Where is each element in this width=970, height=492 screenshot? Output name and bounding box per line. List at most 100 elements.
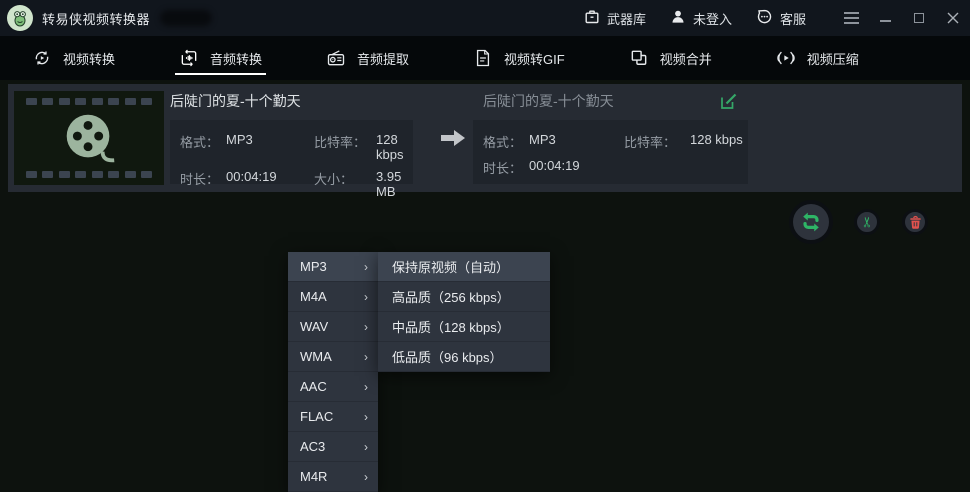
format-value: MP3 <box>226 132 314 162</box>
chevron-right-icon: › <box>364 470 368 484</box>
format-menu-item-mp3[interactable]: MP3 › <box>288 252 378 282</box>
format-label: WAV <box>300 319 328 334</box>
format-menu-item-wav[interactable]: WAV › <box>288 312 378 342</box>
format-label: 格式： <box>180 132 226 162</box>
arsenal-button[interactable]: 武器库 <box>572 0 658 36</box>
close-icon <box>947 12 959 24</box>
bitrate-value: 128 kbps <box>690 132 748 151</box>
hamburger-icon <box>844 12 859 24</box>
format-menu: MP3 › M4A › WAV › WMA › AAC › FLAC › AC3… <box>288 252 378 492</box>
format-label: 格式： <box>483 132 529 151</box>
tab-label: 音频提取 <box>357 49 409 68</box>
scissors-icon: ✂ <box>860 216 874 228</box>
trash-icon <box>909 215 922 229</box>
duration-value: 00:04:19 <box>529 158 624 177</box>
radio-icon <box>326 48 346 68</box>
delete-button[interactable] <box>902 209 928 235</box>
minimize-icon <box>880 20 891 22</box>
quality-label: 高品质（256 kbps） <box>392 287 510 306</box>
file-row: 后陡门的夏-十个勤天 后陡门的夏-十个勤天 格式： MP3 比特率： 128 k… <box>8 84 962 192</box>
output-filename: 后陡门的夏-十个勤天 <box>483 91 614 111</box>
chevron-right-icon: › <box>364 350 368 364</box>
convert-button[interactable] <box>789 200 833 244</box>
toolbox-icon <box>584 9 600 28</box>
format-label: WMA <box>300 349 332 364</box>
bitrate-label: 比特率： <box>624 132 690 151</box>
format-label: AC3 <box>300 439 325 454</box>
support-button[interactable]: 客服 <box>744 0 818 36</box>
user-icon <box>670 9 686 28</box>
rename-button[interactable] <box>719 92 739 112</box>
close-button[interactable] <box>936 0 970 36</box>
duration-label: 时长： <box>483 158 529 177</box>
minimize-button[interactable] <box>868 0 902 36</box>
quality-item-low[interactable]: 低品质（96 kbps） <box>378 342 550 372</box>
compress-icon <box>776 48 796 68</box>
menu-button[interactable] <box>834 0 868 36</box>
login-label: 未登入 <box>693 9 732 28</box>
format-label: M4R <box>300 469 327 484</box>
audio-convert-icon <box>179 48 199 68</box>
format-label: M4A <box>300 289 327 304</box>
filmstrip-holes-bottom <box>14 171 164 185</box>
quality-label: 中品质（128 kbps） <box>392 317 510 336</box>
blurred-version-area <box>160 10 212 26</box>
format-menu-item-wma[interactable]: WMA › <box>288 342 378 372</box>
film-reel-icon <box>58 107 120 169</box>
chevron-right-icon: › <box>364 380 368 394</box>
tab-video-to-gif[interactable]: 视频转GIF <box>469 36 569 80</box>
format-menu-item-m4r[interactable]: M4R › <box>288 462 378 492</box>
quality-label: 保持原视频（自动） <box>392 257 509 276</box>
video-convert-icon <box>32 48 52 68</box>
quality-item-high[interactable]: 高品质（256 kbps） <box>378 282 550 312</box>
cut-button[interactable]: ✂ <box>854 209 880 235</box>
format-menu-item-flac[interactable]: FLAC › <box>288 402 378 432</box>
tab-audio-extract[interactable]: 音频提取 <box>322 36 413 80</box>
format-label: AAC <box>300 379 327 394</box>
format-menu-item-m4a[interactable]: M4A › <box>288 282 378 312</box>
tab-label: 视频转GIF <box>504 49 565 68</box>
tab-video-convert[interactable]: 视频转换 <box>28 36 119 80</box>
merge-icon <box>629 48 649 68</box>
tab-label: 视频合并 <box>660 49 712 68</box>
duration-value: 00:04:19 <box>226 169 314 199</box>
format-label: FLAC <box>300 409 333 424</box>
app-logo-icon <box>7 5 33 31</box>
tab-label: 视频压缩 <box>807 49 859 68</box>
duration-label: 时长： <box>180 169 226 199</box>
format-value: MP3 <box>529 132 624 151</box>
source-info-panel: 格式： MP3 比特率： 128 kbps 时长： 00:04:19 大小： 3… <box>170 120 413 184</box>
file-thumbnail <box>14 91 164 185</box>
size-value: 3.95 MB <box>376 169 413 199</box>
bitrate-value: 128 kbps <box>376 132 413 162</box>
quality-item-medium[interactable]: 中品质（128 kbps） <box>378 312 550 342</box>
filmstrip-holes-top <box>14 91 164 105</box>
tab-video-compress[interactable]: 视频压缩 <box>772 36 863 80</box>
app-title: 转易侠视频转换器 <box>42 9 150 28</box>
forward-arrow-icon <box>440 128 466 148</box>
maximize-button[interactable] <box>902 0 936 36</box>
tabbar: 视频转换 音频转换 音频提取 <box>0 36 970 80</box>
tab-label: 音频转换 <box>210 49 262 68</box>
source-filename: 后陡门的夏-十个勤天 <box>170 91 301 111</box>
login-button[interactable]: 未登入 <box>658 0 744 36</box>
titlebar: 转易侠视频转换器 武器库 未登入 <box>0 0 970 36</box>
format-menu-item-ac3[interactable]: AC3 › <box>288 432 378 462</box>
tab-audio-convert[interactable]: 音频转换 <box>175 36 266 80</box>
chevron-right-icon: › <box>364 410 368 424</box>
arsenal-label: 武器库 <box>607 9 646 28</box>
format-label: MP3 <box>300 259 327 274</box>
tab-label: 视频转换 <box>63 49 115 68</box>
chevron-right-icon: › <box>364 260 368 274</box>
gif-file-icon <box>473 48 493 68</box>
chevron-right-icon: › <box>364 440 368 454</box>
tab-video-merge[interactable]: 视频合并 <box>625 36 716 80</box>
format-menu-item-aac[interactable]: AAC › <box>288 372 378 402</box>
chevron-right-icon: › <box>364 290 368 304</box>
chevron-right-icon: › <box>364 320 368 334</box>
quality-item-auto[interactable]: 保持原视频（自动） <box>378 252 550 282</box>
edit-icon <box>719 92 738 111</box>
swap-arrows-icon <box>798 209 824 235</box>
maximize-icon <box>914 13 924 23</box>
quality-label: 低品质（96 kbps） <box>392 347 503 366</box>
